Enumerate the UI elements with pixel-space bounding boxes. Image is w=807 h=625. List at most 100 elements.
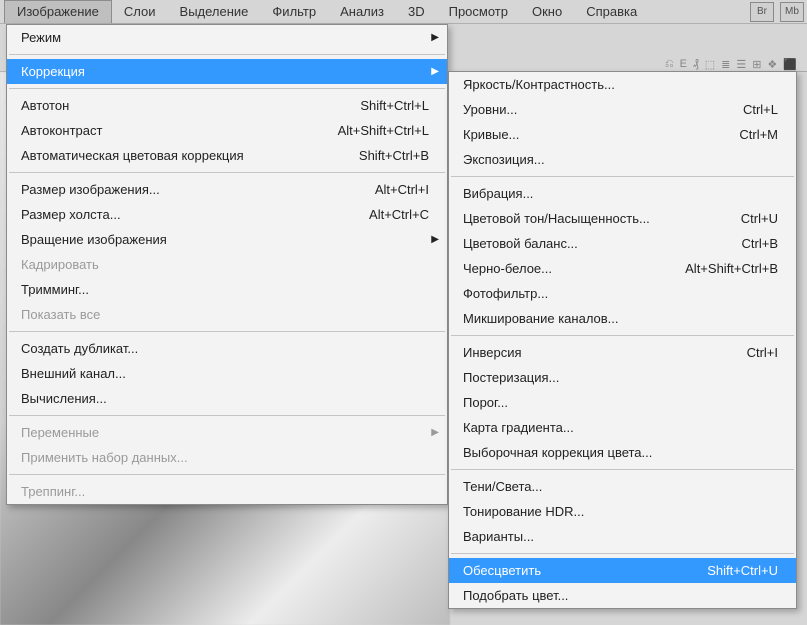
adjustments-item-7[interactable]: Цветовой баланс...Ctrl+B — [449, 231, 796, 256]
adjustments-item-label: Тени/Света... — [463, 479, 778, 494]
adjustments-item-shortcut: Ctrl+I — [747, 345, 778, 360]
adjustments-item-label: Порог... — [463, 395, 778, 410]
tool-icon-3[interactable]: ⬚ — [705, 58, 715, 71]
image-menu-item-label: Автоконтраст — [21, 123, 320, 138]
menubar-item-4[interactable]: Анализ — [328, 0, 396, 23]
image-menu-item-6[interactable]: Автоматическая цветовая коррекция Shift+C… — [7, 143, 447, 168]
tool-icon-0[interactable]: ⎌ — [665, 58, 674, 71]
submenu-arrow-icon: ▶ — [431, 66, 439, 77]
image-menu-separator — [9, 54, 445, 55]
image-menu-separator — [9, 172, 445, 173]
adjustments-item-label: Фотофильтр... — [463, 286, 778, 301]
adjustments-item-2[interactable]: Кривые...Ctrl+M — [449, 122, 796, 147]
menubar: ИзображениеСлоиВыделениеФильтрАнализ3DПр… — [0, 0, 807, 24]
adjustments-item-label: Варианты... — [463, 529, 778, 544]
adjustments-item-label: Экспозиция... — [463, 152, 778, 167]
adjustments-item-9[interactable]: Фотофильтр... — [449, 281, 796, 306]
adjustments-item-label: Инверсия — [463, 345, 729, 360]
adjustments-item-0[interactable]: Яркость/Контрастность... — [449, 72, 796, 97]
tool-icon-8[interactable]: ⬛ — [783, 58, 797, 71]
image-menu-item-label: Коррекция — [21, 64, 429, 79]
adjustments-item-label: Выборочная коррекция цвета... — [463, 445, 778, 460]
image-menu-item-2[interactable]: Коррекция▶ — [7, 59, 447, 84]
image-menu-item-15[interactable]: Создать дубликат... — [7, 336, 447, 361]
submenu-arrow-icon: ▶ — [431, 32, 439, 43]
image-menu-item-17[interactable]: Вычисления... — [7, 386, 447, 411]
adjustments-item-12[interactable]: Инверсия Ctrl+I — [449, 340, 796, 365]
image-menu-item-label: Показать все — [21, 307, 429, 322]
adjustments-item-label: Обесцветить — [463, 563, 689, 578]
menubar-item-7[interactable]: Окно — [520, 0, 574, 23]
image-menu-item-8[interactable]: Размер изображения... Alt+Ctrl+I — [7, 177, 447, 202]
adjustments-separator — [451, 176, 794, 177]
adjustments-item-3[interactable]: Экспозиция... — [449, 147, 796, 172]
image-menu-item-label: Создать дубликат... — [21, 341, 429, 356]
tool-icon-6[interactable]: ⊞ — [752, 58, 761, 71]
image-menu-item-4[interactable]: АвтотонShift+Ctrl+L — [7, 93, 447, 118]
image-menu-item-label: Вычисления... — [21, 391, 429, 406]
tool-icon-4[interactable]: ≣ — [721, 58, 730, 71]
image-menu-item-label: Размер изображения... — [21, 182, 357, 197]
menubar-item-0[interactable]: Изображение — [4, 0, 112, 23]
image-menu-item-22: Треппинг... — [7, 479, 447, 504]
adjustments-item-18[interactable]: Тени/Света... — [449, 474, 796, 499]
toolbar-icons: ⎌ E ₰ ⬚ ≣ ☰ ⊞ ❖ ⬛ — [665, 58, 797, 71]
image-menu-item-9[interactable]: Размер холста...Alt+Ctrl+C — [7, 202, 447, 227]
adjustments-item-15[interactable]: Карта градиента... — [449, 415, 796, 440]
image-menu-item-shortcut: Alt+Ctrl+I — [375, 182, 429, 197]
image-menu-separator — [9, 415, 445, 416]
image-menu-item-shortcut: Shift+Ctrl+B — [359, 148, 429, 163]
adjustments-item-label: Карта градиента... — [463, 420, 778, 435]
image-menu-item-10[interactable]: Вращение изображения▶ — [7, 227, 447, 252]
image-menu-item-label: Треппинг... — [21, 484, 429, 499]
adjustments-item-1[interactable]: Уровни...Ctrl+L — [449, 97, 796, 122]
image-menu-item-5[interactable]: АвтоконтрастAlt+Shift+Ctrl+L — [7, 118, 447, 143]
adjustments-item-5[interactable]: Вибрация... — [449, 181, 796, 206]
image-menu-separator — [9, 474, 445, 475]
tool-icon-1[interactable]: E — [680, 58, 687, 71]
image-menu-separator — [9, 88, 445, 89]
image-menu-item-label: Автоматическая цветовая коррекция — [21, 148, 341, 163]
image-menu-item-13: Показать все — [7, 302, 447, 327]
menubar-button-br[interactable]: Br — [750, 2, 774, 22]
menubar-item-5[interactable]: 3D — [396, 0, 437, 23]
menubar-item-2[interactable]: Выделение — [168, 0, 261, 23]
menubar-button-mb[interactable]: Mb — [780, 2, 804, 22]
adjustments-item-label: Уровни... — [463, 102, 725, 117]
menubar-item-1[interactable]: Слои — [112, 0, 168, 23]
adjustments-item-label: Яркость/Контрастность... — [463, 77, 778, 92]
menubar-item-3[interactable]: Фильтр — [260, 0, 328, 23]
image-menu-item-0[interactable]: Режим▶ — [7, 25, 447, 50]
adjustments-item-14[interactable]: Порог... — [449, 390, 796, 415]
menubar-item-8[interactable]: Справка — [574, 0, 649, 23]
tool-icon-5[interactable]: ☰ — [736, 58, 746, 71]
image-menu-item-12[interactable]: Тримминг... — [7, 277, 447, 302]
adjustments-item-10[interactable]: Микширование каналов... — [449, 306, 796, 331]
adjustments-item-label: Подобрать цвет... — [463, 588, 778, 603]
adjustments-item-8[interactable]: Черно-белое... Alt+Shift+Ctrl+B — [449, 256, 796, 281]
adjustments-item-20[interactable]: Варианты... — [449, 524, 796, 549]
image-menu-item-shortcut: Alt+Ctrl+C — [369, 207, 429, 222]
image-menu-item-16[interactable]: Внешний канал... — [7, 361, 447, 386]
adjustments-item-label: Черно-белое... — [463, 261, 667, 276]
image-menu-separator — [9, 331, 445, 332]
adjustments-item-16[interactable]: Выборочная коррекция цвета... — [449, 440, 796, 465]
tool-icon-2[interactable]: ₰ — [693, 58, 699, 71]
adjustments-item-shortcut: Ctrl+U — [741, 211, 778, 226]
image-menu-item-label: Переменные — [21, 425, 429, 440]
adjustments-item-label: Микширование каналов... — [463, 311, 778, 326]
adjustments-item-label: Цветовой баланс... — [463, 236, 724, 251]
image-menu-item-20: Применить набор данных... — [7, 445, 447, 470]
adjustments-item-shortcut: Alt+Shift+Ctrl+B — [685, 261, 778, 276]
adjustments-item-shortcut: Ctrl+M — [739, 127, 778, 142]
submenu-arrow-icon: ▶ — [431, 234, 439, 245]
adjustments-item-13[interactable]: Постеризация... — [449, 365, 796, 390]
adjustments-item-19[interactable]: Тонирование HDR... — [449, 499, 796, 524]
tool-icon-7[interactable]: ❖ — [767, 58, 777, 71]
menubar-item-6[interactable]: Просмотр — [437, 0, 520, 23]
image-menu-item-label: Автотон — [21, 98, 342, 113]
adjustments-item-23[interactable]: Подобрать цвет... — [449, 583, 796, 608]
adjustments-item-6[interactable]: Цветовой тон/Насыщенность...Ctrl+U — [449, 206, 796, 231]
adjustments-item-22[interactable]: ОбесцветитьShift+Ctrl+U — [449, 558, 796, 583]
image-menu: Режим▶Коррекция▶АвтотонShift+Ctrl+LАвток… — [6, 24, 448, 505]
